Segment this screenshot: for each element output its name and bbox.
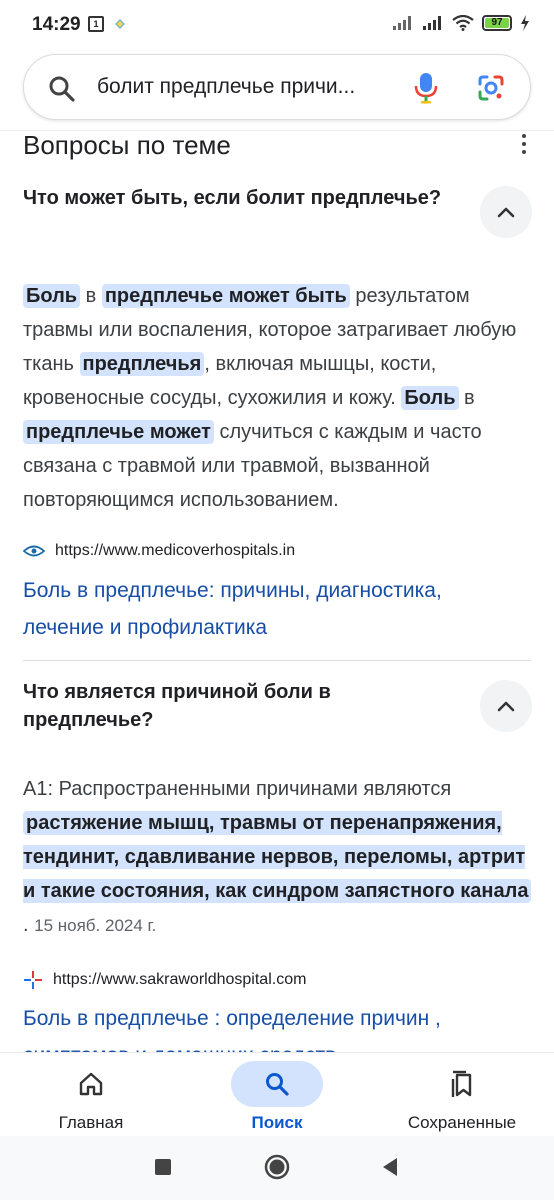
collapse-question-2-button[interactable] <box>480 680 532 732</box>
signal-2-icon <box>423 16 441 30</box>
status-bar: 14:29 1 97 <box>0 0 554 50</box>
nav-saved-label: Сохраненные <box>407 1113 517 1132</box>
nav-search-pill <box>231 1061 323 1107</box>
battery-icon: 97 <box>482 15 512 31</box>
result-link-1[interactable]: Боль в предплечье: причины, диагностика,… <box>23 572 523 646</box>
recent-apps-button[interactable] <box>154 1158 172 1181</box>
nav-saved[interactable]: Сохраненные <box>372 1053 552 1137</box>
nav-home-pill <box>45 1061 137 1107</box>
divider <box>23 660 531 661</box>
question-1[interactable]: Что может быть, если болит предплечье? <box>23 184 443 212</box>
highlighted-text: предплечье может быть <box>101 284 350 308</box>
highlighted-text: Боль <box>23 284 81 308</box>
notification-badge-icon: 1 <box>88 16 104 32</box>
status-right-icons: 97 <box>392 15 530 31</box>
signal-icon <box>393 16 411 30</box>
chevron-up-icon <box>497 701 515 712</box>
section-title: Вопросы по теме <box>23 130 231 160</box>
back-button[interactable] <box>381 1157 399 1182</box>
battery-level: 97 <box>485 18 509 28</box>
result-link-2[interactable]: Боль в предплечье : определение причин ,… <box>23 1000 523 1052</box>
status-time: 14:29 <box>32 14 81 35</box>
system-navigation-bar <box>0 1136 554 1200</box>
search-input[interactable]: болит предплечье причи... <box>97 75 397 99</box>
square-icon <box>155 1159 171 1175</box>
source-1[interactable]: https://www.medicoverhospitals.in <box>23 542 295 560</box>
google-lens-icon[interactable] <box>477 74 505 102</box>
collapse-question-1-button[interactable] <box>480 186 532 238</box>
nav-saved-pill <box>416 1061 508 1107</box>
chevron-up-icon <box>497 207 515 218</box>
search-bar[interactable]: болит предплечье причи... <box>23 54 531 120</box>
answer-text: . <box>23 914 35 936</box>
nav-search[interactable]: Поиск <box>187 1053 367 1137</box>
highlighted-text: предплечье может <box>23 420 214 444</box>
source-2-url: https://www.sakraworldhospital.com <box>53 971 307 988</box>
highlighted-text: растяжение мышц, травмы от перенапряжени… <box>23 811 532 903</box>
back-triangle-icon <box>383 1158 397 1176</box>
nav-home[interactable]: Главная <box>1 1053 181 1137</box>
answer-1: Боль в предплечье может быть результатом… <box>23 279 535 517</box>
nav-home-label: Главная <box>58 1113 124 1132</box>
highlighted-text: Боль <box>401 386 459 410</box>
sakra-logo-icon <box>24 971 42 989</box>
saved-bookmarks-icon <box>451 1070 472 1097</box>
bottom-navigation: Главная Поиск Сохраненные <box>0 1052 554 1136</box>
wifi-icon <box>452 15 474 31</box>
answer-date: 15 нояб. 2024 г. <box>34 916 157 935</box>
status-left-icons: 1 <box>88 16 128 32</box>
app-notification-icon <box>115 19 125 29</box>
home-icon <box>79 1072 103 1096</box>
nav-search-label: Поиск <box>251 1113 303 1132</box>
answer-text: в <box>80 285 102 307</box>
circle-icon <box>264 1154 290 1180</box>
answer-2: A1: Распространенными причинами являются… <box>23 772 535 943</box>
microphone-icon[interactable] <box>414 72 438 104</box>
charging-icon <box>521 15 529 31</box>
question-2[interactable]: Что является причиной боли в предплечье? <box>23 678 443 734</box>
more-options-icon[interactable] <box>522 134 528 158</box>
search-icon[interactable] <box>48 75 76 103</box>
medicover-logo-icon <box>23 545 45 557</box>
search-icon <box>266 1073 289 1096</box>
answer-text: в <box>458 387 475 409</box>
highlighted-text: предплечья <box>79 352 205 376</box>
results-content: Вопросы по теме Что может быть, если бол… <box>0 128 554 1052</box>
answer-text: A1: Распространенными причинами являются <box>23 778 452 800</box>
home-system-button[interactable] <box>264 1154 290 1185</box>
source-2[interactable]: https://www.sakraworldhospital.com <box>23 970 306 990</box>
source-1-url: https://www.medicoverhospitals.in <box>55 542 296 559</box>
